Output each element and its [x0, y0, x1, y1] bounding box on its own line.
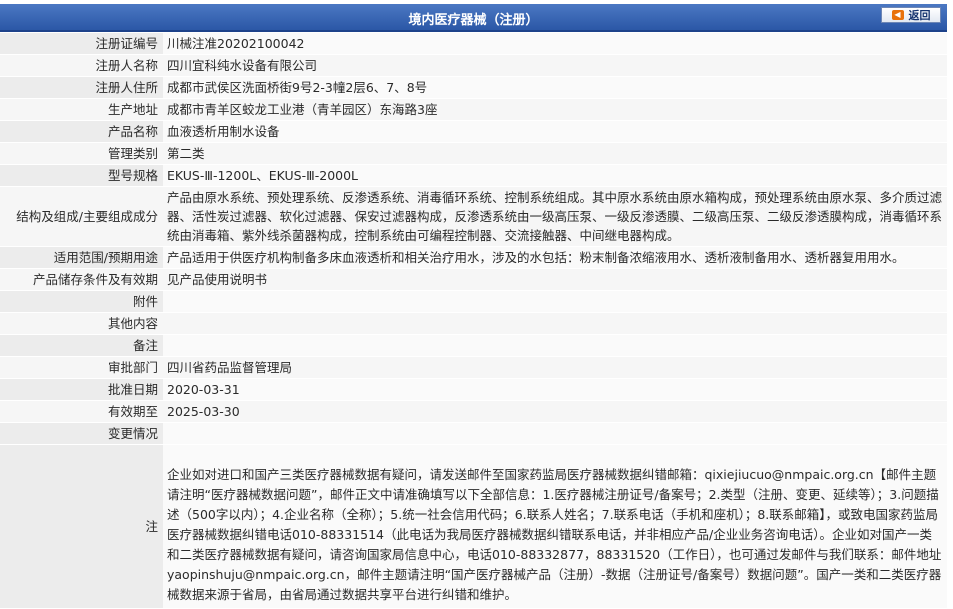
field-label: 生产地址 — [0, 98, 163, 121]
field-label: 审批部门 — [0, 356, 163, 379]
row-remarks: 备注 — [0, 334, 947, 357]
back-arrow-icon: ◀ — [891, 10, 904, 20]
field-value: 成都市青羊区蛟龙工业港（青羊园区）东海路3座 — [163, 98, 947, 121]
field-label: 批准日期 — [0, 378, 163, 401]
row-product-name: 产品名称 血液透析用制水设备 — [0, 120, 947, 143]
field-label: 结构及组成/主要组成成分 — [0, 186, 163, 247]
field-value: 第二类 — [163, 142, 947, 165]
row-model-spec: 型号规格 EKUS-Ⅲ-1200L、EKUS-Ⅲ-2000L — [0, 164, 947, 187]
field-label: 附件 — [0, 290, 163, 313]
row-storage-conditions: 产品储存条件及有效期 见产品使用说明书 — [0, 268, 947, 291]
field-value — [163, 290, 947, 313]
field-label: 有效期至 — [0, 400, 163, 423]
field-value: 2025-03-30 — [163, 400, 947, 423]
field-value: 血液透析用制水设备 — [163, 120, 947, 143]
row-intended-use: 适用范围/预期用途 产品适用于供医疗机构制备多床血液透析和相关治疗用水，涉及的水… — [0, 246, 947, 269]
field-value: 2020-03-31 — [163, 378, 947, 401]
field-label: 型号规格 — [0, 164, 163, 187]
row-other-content: 其他内容 — [0, 312, 947, 335]
field-value: 四川宜科纯水设备有限公司 — [163, 54, 947, 77]
field-label: 产品名称 — [0, 120, 163, 143]
field-label: 其他内容 — [0, 312, 163, 335]
field-value — [163, 334, 947, 357]
field-value: 川械注准20202100042 — [163, 33, 947, 55]
page-title: 境内医疗器械（注册） — [408, 13, 539, 28]
row-reg-number: 注册证编号 川械注准20202100042 — [0, 33, 947, 55]
row-valid-until: 有效期至 2025-03-30 — [0, 400, 947, 423]
row-approval-date: 批准日期 2020-03-31 — [0, 378, 947, 401]
page-header: 境内医疗器械（注册） ◀ 返回 — [0, 4, 947, 32]
field-label: 产品储存条件及有效期 — [0, 268, 163, 291]
back-button[interactable]: ◀ 返回 — [881, 7, 941, 23]
field-label: 适用范围/预期用途 — [0, 246, 163, 269]
field-value — [163, 422, 947, 445]
row-approval-department: 审批部门 四川省药品监督管理局 — [0, 356, 947, 379]
note-label: 注 — [0, 444, 163, 609]
row-production-address: 生产地址 成都市青羊区蛟龙工业港（青羊园区）东海路3座 — [0, 98, 947, 121]
row-change-history: 变更情况 — [0, 422, 947, 445]
row-registrant-address: 注册人住所 成都市武侯区洗面桥街9号2-3幢2层6、7、8号 — [0, 76, 947, 99]
field-value: 产品适用于供医疗机构制备多床血液透析和相关治疗用水，涉及的水包括：粉末制备浓缩液… — [163, 246, 947, 269]
row-note: 注 企业如对进口和国产三类医疗器械数据有疑问，请发送邮件至国家药监局医疗器械数据… — [0, 444, 947, 609]
field-label: 变更情况 — [0, 422, 163, 445]
row-management-class: 管理类别 第二类 — [0, 142, 947, 165]
field-label: 注册人名称 — [0, 54, 163, 77]
note-text: 企业如对进口和国产三类医疗器械数据有疑问，请发送邮件至国家药监局医疗器械数据纠错… — [163, 444, 947, 609]
field-label: 注册证编号 — [0, 33, 163, 55]
detail-table: 注册证编号 川械注准20202100042 注册人名称 四川宜科纯水设备有限公司… — [0, 33, 947, 609]
row-structure-composition: 结构及组成/主要组成成分 产品由原水系统、预处理系统、反渗透系统、消毒循环系统、… — [0, 186, 947, 247]
field-value: 成都市武侯区洗面桥街9号2-3幢2层6、7、8号 — [163, 76, 947, 99]
back-button-label: 返回 — [908, 9, 931, 22]
field-value: 四川省药品监督管理局 — [163, 356, 947, 379]
field-label: 管理类别 — [0, 142, 163, 165]
field-value: 产品由原水系统、预处理系统、反渗透系统、消毒循环系统、控制系统组成。其中原水系统… — [163, 186, 947, 247]
row-attachment: 附件 — [0, 290, 947, 313]
field-value: EKUS-Ⅲ-1200L、EKUS-Ⅲ-2000L — [163, 164, 947, 187]
field-label: 备注 — [0, 334, 163, 357]
field-label: 注册人住所 — [0, 76, 163, 99]
row-registrant-name: 注册人名称 四川宜科纯水设备有限公司 — [0, 54, 947, 77]
field-value: 见产品使用说明书 — [163, 268, 947, 291]
field-value — [163, 312, 947, 335]
